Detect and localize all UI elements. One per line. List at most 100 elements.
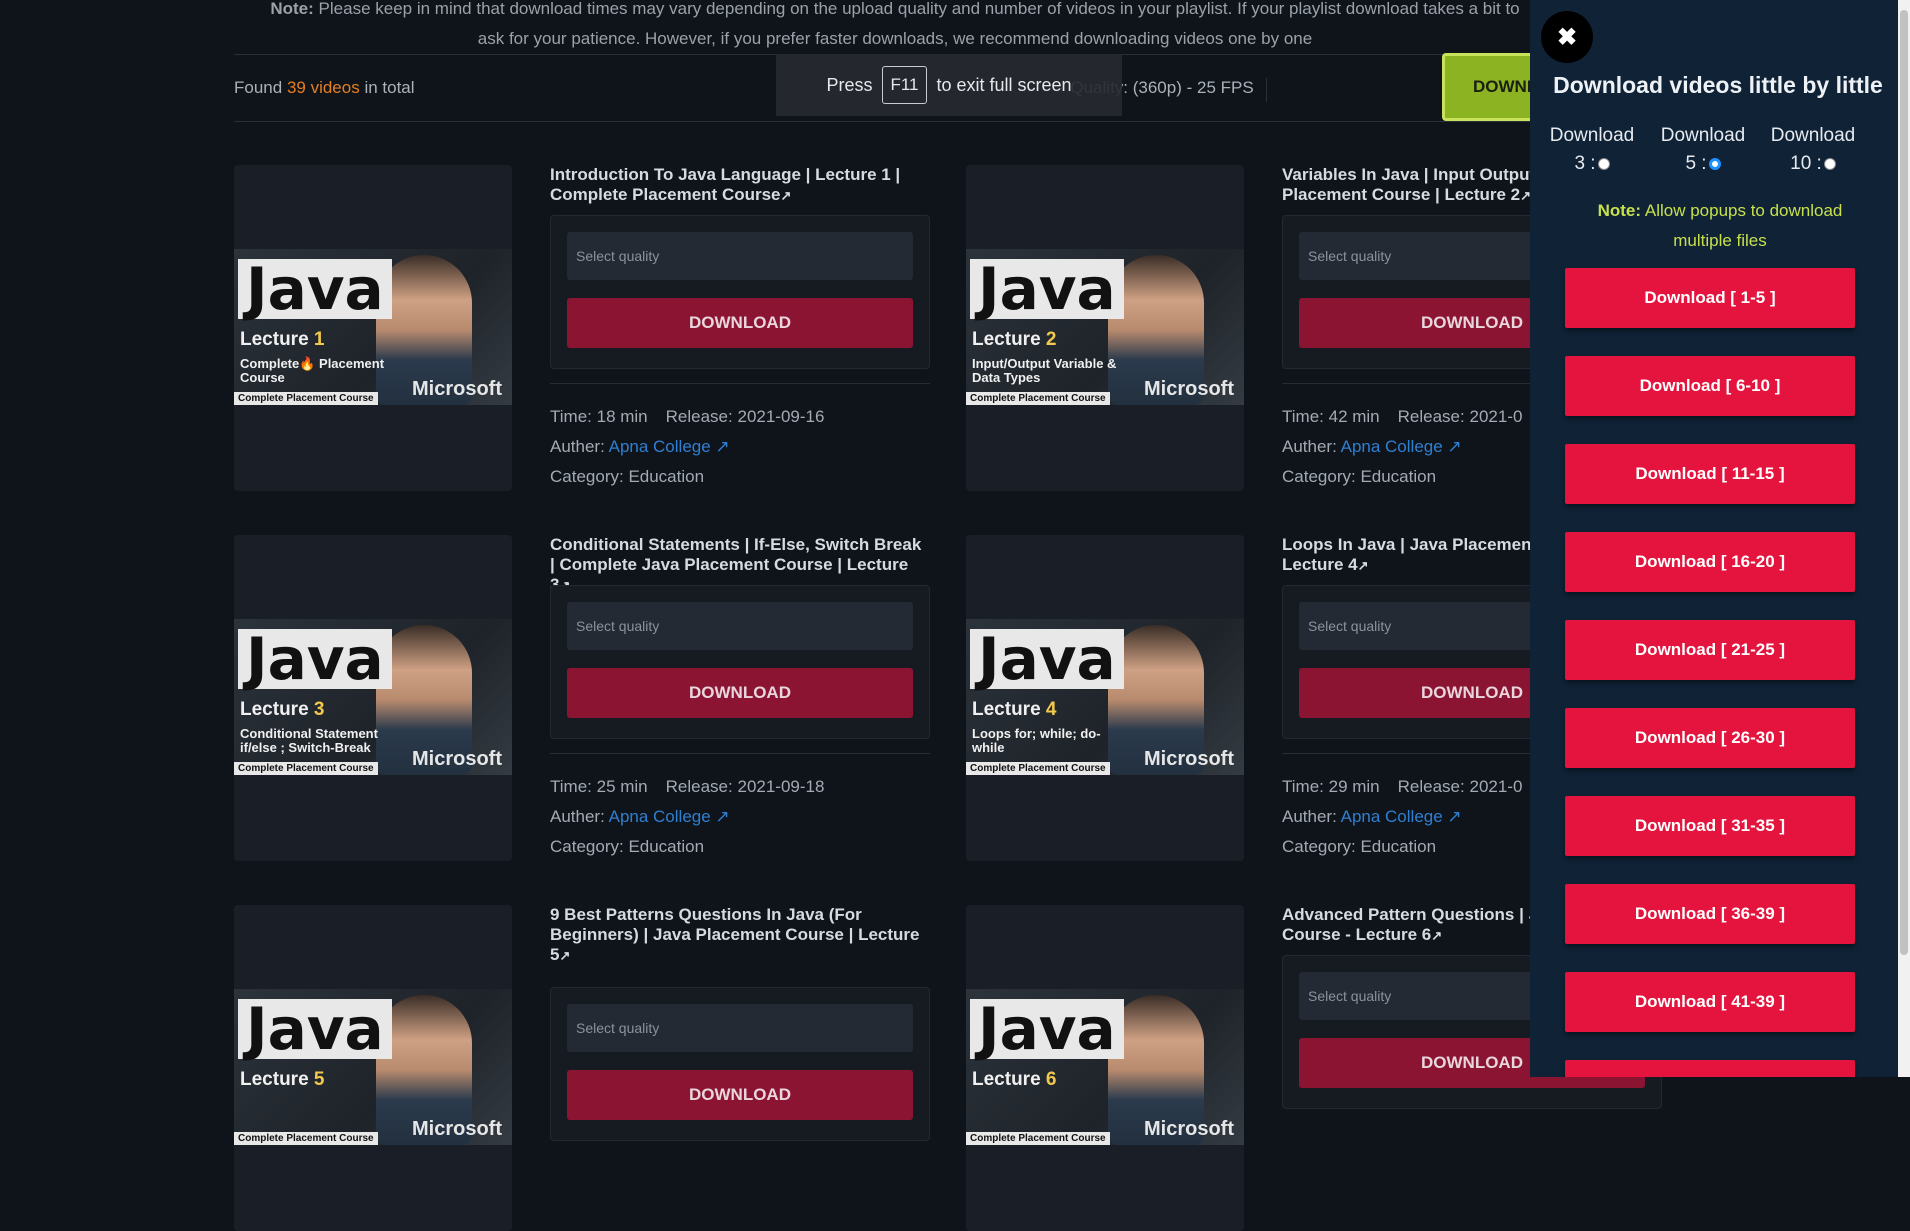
scrollbar-thumb[interactable]: [1900, 10, 1908, 955]
video-release-date: 2021-0: [1469, 777, 1523, 796]
close-icon[interactable]: ✖: [1541, 11, 1593, 63]
video-author-row: Auther: Apna College ↗: [550, 432, 824, 462]
panel-note-text: Allow popups to download multiple files: [1644, 201, 1843, 250]
panel-note-label: Note:: [1597, 201, 1642, 220]
found-suffix: in total: [364, 78, 415, 97]
author-label: Auther:: [550, 437, 605, 456]
download-range-button[interactable]: Download [ 16-20 ]: [1565, 532, 1855, 592]
toast-text: to exit full screen: [936, 74, 1072, 95]
radio-button[interactable]: [1823, 157, 1836, 170]
author-link[interactable]: Apna College ↗: [1341, 437, 1462, 456]
quality-select[interactable]: Select quality: [567, 1004, 913, 1052]
external-link-icon: ↗: [1357, 558, 1369, 573]
thumb-subtitle: Conditional Statement if/else ; Switch-B…: [240, 726, 378, 755]
video-thumbnail[interactable]: Java Lecture 4 Loops for; while; do-while C…: [966, 619, 1244, 775]
fullscreen-toast: Press F11 to exit full screen: [776, 54, 1122, 116]
download-range-button[interactable]: Download [ 26-30 ]: [1565, 708, 1855, 768]
quality-select[interactable]: Select quality: [567, 602, 913, 650]
download-range-button[interactable]: Download [ 1-5 ]: [1565, 268, 1855, 328]
radio-value: 5 :: [1685, 153, 1707, 174]
download-button[interactable]: DOWNLOAD: [567, 1070, 913, 1120]
scrollbar[interactable]: [1898, 0, 1910, 1077]
toast-key: F11: [882, 66, 927, 104]
radio-option-3[interactable]: Download 3 :: [1542, 122, 1642, 178]
external-link-icon: ↗: [715, 437, 730, 456]
radio-option-5[interactable]: Download 5 :: [1653, 122, 1753, 178]
download-range-button[interactable]: Download [ 21-25 ]: [1565, 620, 1855, 680]
category-label: Category:: [1282, 467, 1356, 486]
video-duration: 25 min: [596, 777, 648, 796]
video-author-row: Auther: Apna College ↗: [1282, 802, 1522, 832]
video-duration: 42 min: [1328, 407, 1380, 426]
video-meta: Time: 25 min Release: 2021-09-18 Auther: A…: [550, 772, 824, 862]
thumb-lecture-text: Lecture: [240, 329, 309, 350]
thumb-lecture-num: 3: [313, 699, 325, 720]
video-thumbnail[interactable]: Java Lecture 1 Complete🔥 Placement Course C…: [234, 249, 512, 405]
category-label: Category:: [550, 467, 624, 486]
category-label: Category:: [1282, 837, 1356, 856]
download-range-button[interactable]: Download [ 41-39 ]: [1565, 972, 1855, 1032]
author-name: Apna College: [608, 807, 711, 826]
thumb-course-tag: Complete Placement Course: [966, 1132, 1110, 1145]
video-thumbnail[interactable]: Java Lecture 3 Conditional Statement if/el…: [234, 619, 512, 775]
thumb-lecture-label: Lecture 4: [972, 699, 1057, 721]
video-title-link[interactable]: 9 Best Patterns Questions In Java (For B…: [550, 905, 930, 966]
radio-button[interactable]: [1708, 157, 1721, 170]
thumb-lecture-label: Lecture 2: [972, 329, 1057, 351]
video-time-row: Time: 25 min Release: 2021-09-18: [550, 772, 824, 802]
video-time-row: Time: 42 min Release: 2021-0: [1282, 402, 1522, 432]
radio-option-10[interactable]: Download 10 :: [1763, 122, 1863, 178]
radio-label: Download: [1660, 125, 1746, 146]
author-link[interactable]: Apna College ↗: [609, 437, 730, 456]
download-button[interactable]: DOWNLOAD: [567, 298, 913, 348]
release-label: Release:: [1397, 777, 1465, 796]
note-label: Note:: [270, 0, 314, 18]
download-button[interactable]: DOWNLOAD: [567, 668, 913, 718]
download-range-button[interactable]: Download [ 31-35 ]: [1565, 796, 1855, 856]
thumb-lecture-text: Lecture: [240, 699, 309, 720]
download-range-button[interactable]: [1565, 1060, 1855, 1077]
video-thumbnail-card[interactable]: Java Lecture 1 Complete🔥 Placement Course C…: [234, 165, 512, 491]
thumb-lecture-text: Lecture: [972, 329, 1041, 350]
video-thumbnail-card[interactable]: Java Lecture 5 Complete Placement Course Mi…: [234, 905, 512, 1231]
video-category-row: Category: Education: [550, 462, 824, 492]
video-count: 39 videos: [286, 78, 360, 97]
video-thumbnail-card[interactable]: Java Lecture 6 Complete Placement Course Mi…: [966, 905, 1244, 1231]
video-thumbnail[interactable]: Java Lecture 5 Complete Placement Course Mi…: [234, 989, 512, 1145]
author-label: Auther:: [1282, 437, 1337, 456]
video-release-date: 2021-09-18: [737, 777, 825, 796]
author-link[interactable]: Apna College ↗: [1341, 807, 1462, 826]
divider: [234, 121, 1534, 122]
author-link[interactable]: Apna College ↗: [609, 807, 730, 826]
thumb-subtitle: Loops for; while; do-while: [972, 726, 1101, 755]
video-thumbnail-card[interactable]: Java Lecture 4 Loops for; while; do-while C…: [966, 535, 1244, 861]
video-category: Education: [628, 837, 705, 856]
video-time-row: Time: 18 min Release: 2021-09-16: [550, 402, 824, 432]
thumb-microsoft-label: Microsoft: [412, 1118, 502, 1140]
thumb-course-tag: Complete Placement Course: [234, 392, 378, 405]
radio-value: 10 :: [1790, 153, 1822, 174]
video-thumbnail[interactable]: Java Lecture 6 Complete Placement Course Mi…: [966, 989, 1244, 1145]
video-thumbnail[interactable]: Java Lecture 2 Input/Output Variable & Dat…: [966, 249, 1244, 405]
video-release-date: 2021-09-16: [737, 407, 825, 426]
radio-button[interactable]: [1597, 157, 1610, 170]
download-range-button[interactable]: Download [ 11-15 ]: [1565, 444, 1855, 504]
download-range-button[interactable]: Download [ 6-10 ]: [1565, 356, 1855, 416]
radio-label: Download: [1770, 125, 1856, 146]
thumb-lecture-num: 6: [1045, 1069, 1057, 1090]
video-category: Education: [628, 467, 705, 486]
category-label: Category:: [550, 837, 624, 856]
thumb-lecture-label: Lecture 1: [240, 329, 325, 351]
video-category-row: Category: Education: [1282, 462, 1522, 492]
thumb-microsoft-label: Microsoft: [412, 748, 502, 770]
quality-select[interactable]: Select quality: [567, 232, 913, 280]
download-range-button[interactable]: Download [ 36-39 ]: [1565, 884, 1855, 944]
author-label: Auther:: [1282, 807, 1337, 826]
panel-note: Note: Allow popups to download multiple …: [1570, 196, 1870, 256]
video-thumbnail-card[interactable]: Java Lecture 2 Input/Output Variable & Dat…: [966, 165, 1244, 491]
video-thumbnail-card[interactable]: Java Lecture 3 Conditional Statement if/el…: [234, 535, 512, 861]
video-title-link[interactable]: Introduction To Java Language | Lecture …: [550, 165, 930, 206]
video-meta: Time: 18 min Release: 2021-09-16 Auther: A…: [550, 402, 824, 492]
note-line-2: ask for your patience. However, if you p…: [477, 29, 1313, 48]
thumb-java-label: Java: [238, 999, 392, 1059]
